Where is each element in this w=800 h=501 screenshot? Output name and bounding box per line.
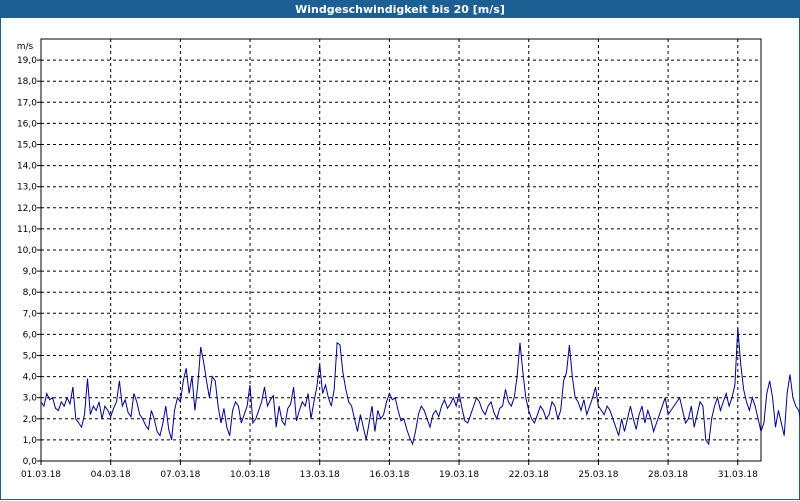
y-tick-label: 3,0 bbox=[23, 394, 38, 404]
y-tick-label: 10,0 bbox=[17, 246, 37, 256]
y-tick-label: 5,0 bbox=[23, 352, 38, 362]
y-axis-tick-labels: 0,0 1,0 2,0 3,0 4,0 5,0 6,0 7,0 8,0 9,0 10,0 11,0 12… bbox=[17, 56, 37, 467]
y-tick-label: 7,0 bbox=[23, 309, 38, 319]
chart-window: Windgeschwindigkeit bis 20 [m/s] 0,0 1,0 2… bbox=[0, 0, 800, 500]
x-tick-label: 22.03.18 bbox=[509, 470, 549, 480]
x-tick-label: 07.03.18 bbox=[160, 470, 200, 480]
x-tick-label: 28.03.18 bbox=[648, 470, 688, 480]
x-tick-label: 16.03.18 bbox=[369, 470, 409, 480]
y-tick-label: 11,0 bbox=[17, 225, 37, 235]
y-tick-label: 16,0 bbox=[17, 119, 37, 129]
x-axis-tick-labels: 01.03.18 04.03.18 07.03.18 10.03.18 13.03.18… bbox=[21, 470, 758, 480]
y-tick-label: 8,0 bbox=[23, 288, 38, 298]
y-axis-label: m/s bbox=[17, 42, 34, 52]
y-tick-label: 17,0 bbox=[17, 98, 37, 108]
y-tick-label: 2,0 bbox=[23, 415, 38, 425]
y-tick-label: 4,0 bbox=[23, 373, 38, 383]
y-tick-label: 1,0 bbox=[23, 436, 38, 446]
y-tick-label: 18,0 bbox=[17, 77, 37, 87]
x-tick-label: 31.03.18 bbox=[718, 470, 758, 480]
wind-speed-line bbox=[40, 328, 800, 446]
x-tick-label: 25.03.18 bbox=[578, 470, 618, 480]
x-tick-label: 19.03.18 bbox=[439, 470, 479, 480]
x-tick-label: 13.03.18 bbox=[300, 470, 340, 480]
y-tick-label: 19,0 bbox=[17, 56, 37, 66]
y-tick-label: 12,0 bbox=[17, 204, 37, 214]
line-chart: 0,0 1,0 2,0 3,0 4,0 5,0 6,0 7,0 8,0 9,0 10,0 11,0 12… bbox=[17, 38, 800, 480]
y-tick-label: 9,0 bbox=[23, 267, 38, 277]
y-tick-label: 13,0 bbox=[17, 183, 37, 193]
y-tick-label: 0,0 bbox=[23, 457, 38, 467]
y-tick-label: 15,0 bbox=[17, 141, 37, 151]
x-tick-label: 10.03.18 bbox=[230, 470, 270, 480]
y-tick-label: 6,0 bbox=[23, 330, 38, 340]
grid-lines bbox=[41, 39, 761, 461]
axes bbox=[37, 38, 762, 465]
y-tick-label: 14,0 bbox=[17, 162, 37, 172]
x-tick-label: 04.03.18 bbox=[91, 470, 131, 480]
x-tick-label: 01.03.18 bbox=[21, 470, 61, 480]
series-group bbox=[40, 328, 800, 446]
